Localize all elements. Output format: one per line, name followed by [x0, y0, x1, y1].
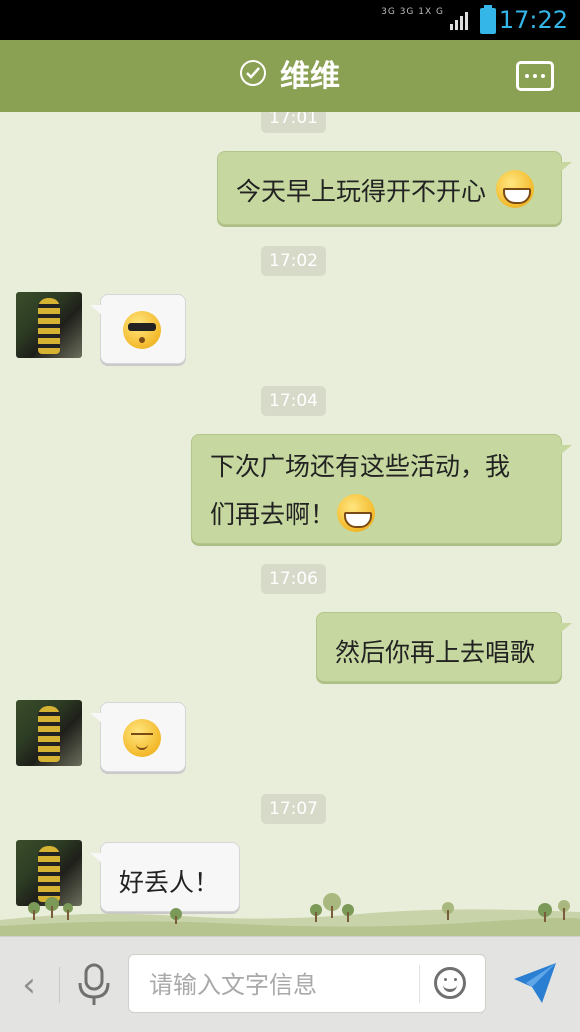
timestamp: 17:07 — [261, 794, 326, 824]
timestamp: 17:06 — [261, 564, 326, 594]
chat-area[interactable]: 17:01 今天早上玩得开不开心 17:02 17:04 下次广场还有这些活动，… — [0, 0, 580, 1031]
timestamp: 17:04 — [261, 386, 326, 416]
message-text: 然后你再上去唱歌 — [335, 638, 536, 667]
more-dots-icon[interactable] — [516, 61, 554, 91]
message-text: 们再去啊！ — [210, 500, 336, 529]
message-bubble-in[interactable] — [90, 702, 186, 772]
grin-emoji-icon — [495, 170, 534, 208]
contact-name: 维维 — [280, 59, 340, 94]
message-bubble-out[interactable]: 今天早上玩得开不开心 — [217, 151, 572, 225]
avatar[interactable] — [16, 292, 82, 358]
message-text: 今天早上玩得开不开心 — [236, 177, 487, 206]
shy-emoji-icon — [123, 719, 161, 757]
smiley-icon[interactable] — [434, 967, 466, 999]
message-bubble-in[interactable] — [90, 294, 186, 364]
send-paper-plane-icon[interactable] — [512, 961, 558, 1005]
back-chevron-icon[interactable]: ‹ — [14, 965, 44, 1005]
timestamp: 17:02 — [261, 246, 326, 276]
grin-emoji-icon — [337, 494, 376, 532]
input-bar: ‹ — [0, 936, 580, 1032]
message-text: 下次广场还有这些活动，我 — [210, 452, 511, 481]
avatar[interactable] — [16, 700, 82, 766]
microphone-icon[interactable] — [74, 961, 114, 1009]
divider — [419, 965, 420, 1003]
check-circle-icon — [240, 60, 266, 86]
landscape-decoration — [0, 893, 580, 936]
chat-header: 维维 — [0, 40, 580, 112]
message-input[interactable] — [147, 955, 421, 1014]
message-bubble-out[interactable]: 然后你再上去唱歌 — [316, 612, 572, 682]
message-bubble-out[interactable]: 下次广场还有这些活动，我 们再去啊！ — [191, 434, 572, 544]
cool-sunglasses-emoji-icon — [123, 311, 161, 349]
divider — [59, 967, 60, 1003]
message-input-box[interactable] — [128, 954, 486, 1014]
